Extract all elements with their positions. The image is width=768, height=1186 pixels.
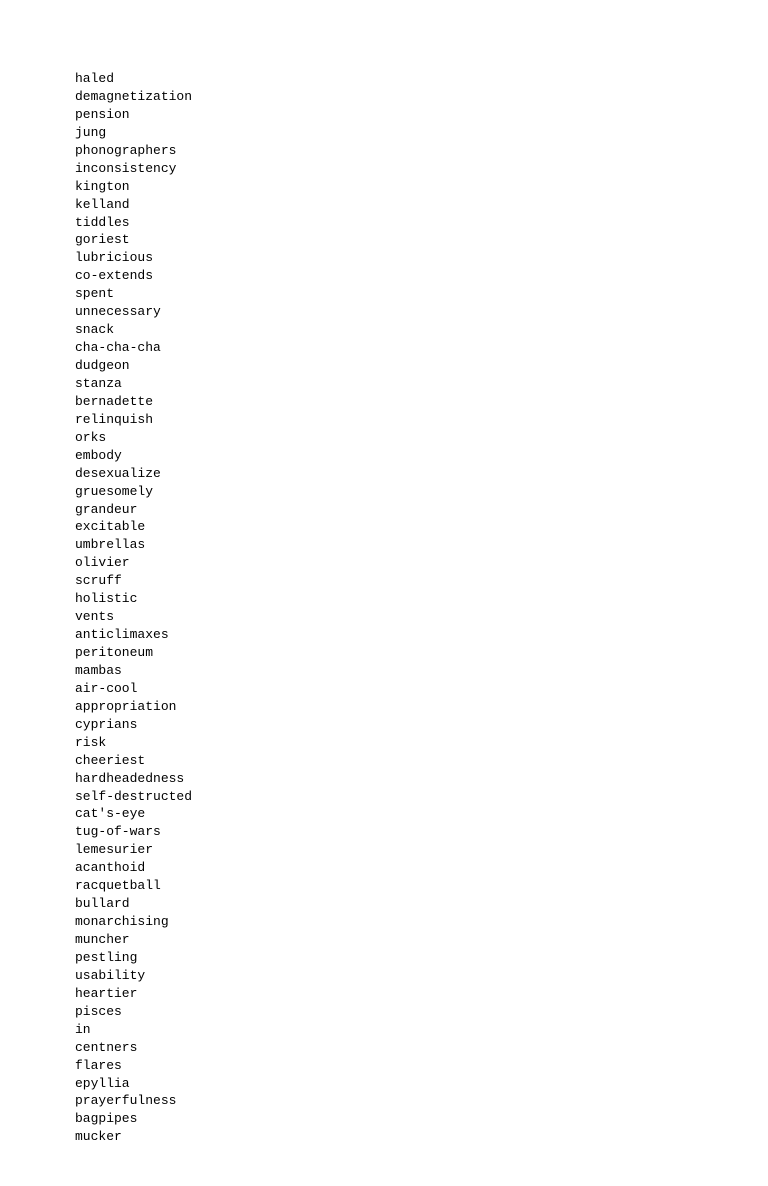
list-item: scruff (75, 572, 768, 590)
list-item: dudgeon (75, 357, 768, 375)
list-item: tiddles (75, 214, 768, 232)
list-item: orks (75, 429, 768, 447)
list-item: usability (75, 967, 768, 985)
list-item: jung (75, 124, 768, 142)
list-item: self-destructed (75, 788, 768, 806)
list-item: umbrellas (75, 536, 768, 554)
list-item: in (75, 1021, 768, 1039)
list-item: vents (75, 608, 768, 626)
list-item: embody (75, 447, 768, 465)
list-item: cha-cha-cha (75, 339, 768, 357)
list-item: cheeriest (75, 752, 768, 770)
list-item: holistic (75, 590, 768, 608)
list-item: risk (75, 734, 768, 752)
list-item: inconsistency (75, 160, 768, 178)
list-item: phonographers (75, 142, 768, 160)
list-item: mambas (75, 662, 768, 680)
list-item: lemesurier (75, 841, 768, 859)
list-item: heartier (75, 985, 768, 1003)
list-item: acanthoid (75, 859, 768, 877)
list-item: demagnetization (75, 88, 768, 106)
list-item: bernadette (75, 393, 768, 411)
list-item: racquetball (75, 877, 768, 895)
list-item: flares (75, 1057, 768, 1075)
list-item: cat's-eye (75, 805, 768, 823)
list-item: kington (75, 178, 768, 196)
word-list: haleddemagnetizationpensionjungphonograp… (75, 70, 768, 1146)
list-item: pisces (75, 1003, 768, 1021)
list-item: bullard (75, 895, 768, 913)
list-item: bagpipes (75, 1110, 768, 1128)
list-item: tug-of-wars (75, 823, 768, 841)
list-item: mucker (75, 1128, 768, 1146)
list-item: relinquish (75, 411, 768, 429)
list-item: pestling (75, 949, 768, 967)
list-item: stanza (75, 375, 768, 393)
list-item: cyprians (75, 716, 768, 734)
list-item: prayerfulness (75, 1092, 768, 1110)
list-item: anticlimaxes (75, 626, 768, 644)
list-item: epyllia (75, 1075, 768, 1093)
list-item: kelland (75, 196, 768, 214)
list-item: peritoneum (75, 644, 768, 662)
list-item: haled (75, 70, 768, 88)
list-item: goriest (75, 231, 768, 249)
list-item: excitable (75, 518, 768, 536)
list-item: snack (75, 321, 768, 339)
list-item: gruesomely (75, 483, 768, 501)
list-item: air-cool (75, 680, 768, 698)
list-item: monarchising (75, 913, 768, 931)
list-item: olivier (75, 554, 768, 572)
list-item: appropriation (75, 698, 768, 716)
list-item: muncher (75, 931, 768, 949)
list-item: lubricious (75, 249, 768, 267)
list-item: pension (75, 106, 768, 124)
list-item: unnecessary (75, 303, 768, 321)
list-item: spent (75, 285, 768, 303)
list-item: hardheadedness (75, 770, 768, 788)
list-item: co-extends (75, 267, 768, 285)
list-item: grandeur (75, 501, 768, 519)
list-item: desexualize (75, 465, 768, 483)
list-item: centners (75, 1039, 768, 1057)
